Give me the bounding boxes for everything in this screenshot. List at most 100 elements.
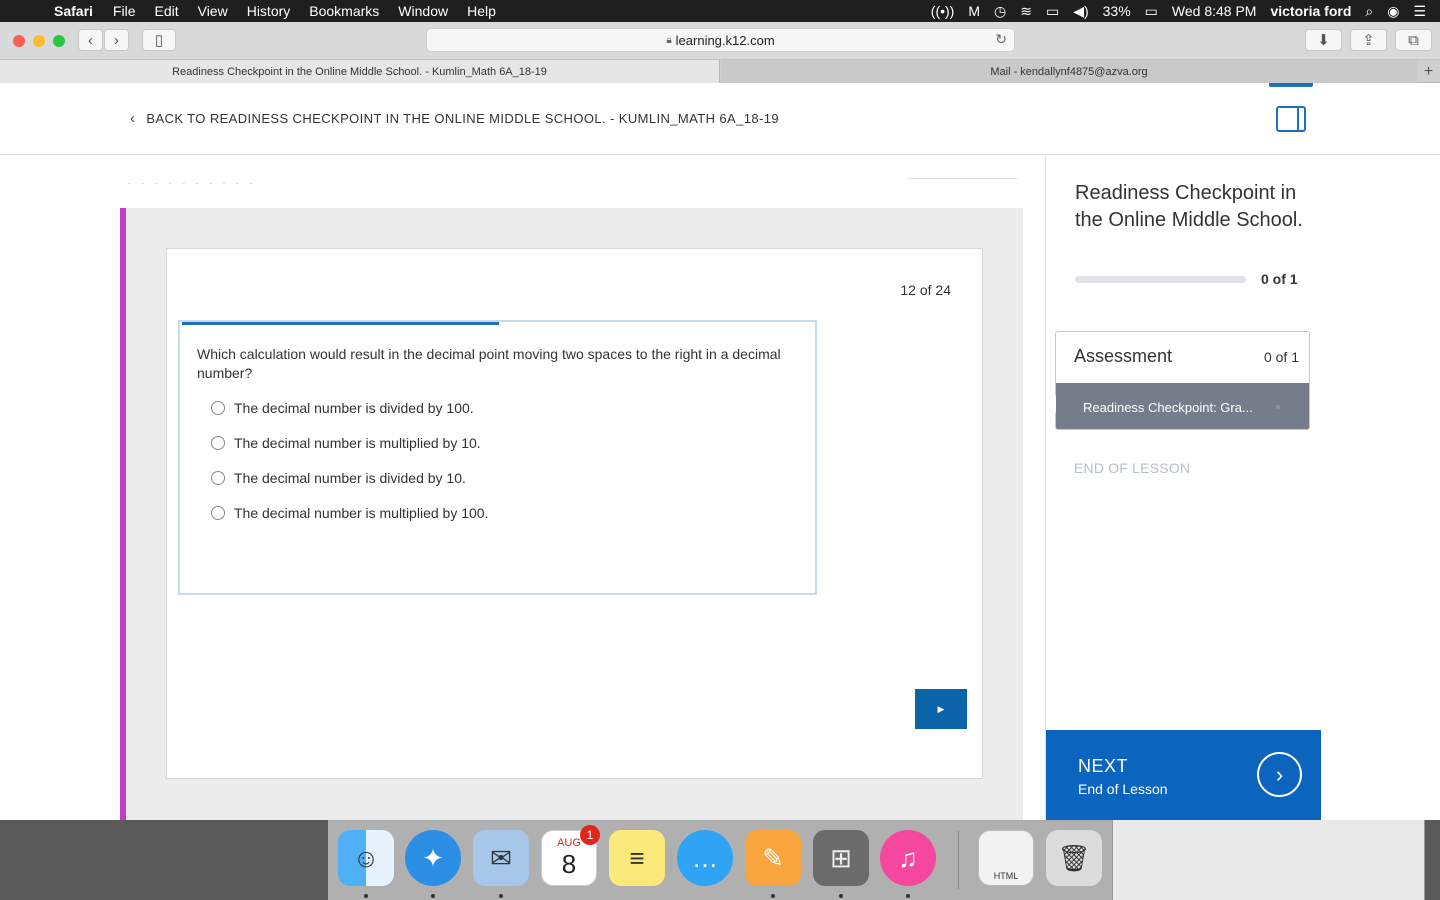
tab-overview-icon[interactable]: ⧉ — [1395, 29, 1432, 51]
pages-icon[interactable]: ✎ — [745, 830, 801, 886]
tab-mail[interactable]: Mail - kendallynf4875@azva.org — [721, 60, 1417, 83]
notes-icon[interactable]: ≡ — [609, 830, 665, 886]
running-indicator — [906, 894, 910, 898]
tab-label: Readiness Checkpoint in the Online Middl… — [172, 65, 547, 78]
next-sublabel: End of Lesson — [1078, 781, 1168, 797]
notification-center-icon[interactable]: ☰ — [1413, 3, 1426, 20]
back-link-label: BACK TO READINESS CHECKPOINT IN THE ONLI… — [146, 111, 779, 126]
desktop-background: ☺ ✦ ✉ AUG 8 1 ≡ … ✎ ⊞ ♫ HTML 🗑︎ — [0, 820, 1440, 900]
running-indicator — [499, 894, 503, 898]
trash-icon[interactable]: 🗑︎ — [1046, 830, 1102, 886]
close-window-button[interactable] — [13, 35, 25, 47]
battery-status[interactable]: 33% — [1103, 3, 1131, 19]
back-nav-icon[interactable]: ‹ — [78, 29, 103, 51]
battery-icon[interactable]: ▭ — [1145, 3, 1158, 20]
running-indicator — [839, 894, 843, 898]
status-dot-icon — [1276, 405, 1280, 409]
back-to-lesson-link[interactable]: ‹ BACK TO READINESS CHECKPOINT IN THE ON… — [130, 110, 779, 127]
top-accent-tab — [1269, 83, 1313, 87]
airplay-icon[interactable]: ▭ — [1046, 3, 1059, 20]
finder-icon[interactable]: ☺ — [338, 830, 394, 886]
answer-option-4[interactable]: The decimal number is multiplied by 100. — [211, 505, 488, 521]
dock-separator — [958, 831, 959, 889]
menu-view[interactable]: View — [198, 3, 228, 19]
menu-user[interactable]: victoria ford — [1270, 3, 1351, 19]
forward-nav-icon[interactable]: › — [104, 29, 129, 51]
time-machine-icon[interactable]: ◷ — [994, 3, 1006, 20]
menu-clock[interactable]: Wed 8:48 PM — [1172, 3, 1257, 19]
radio-button[interactable] — [211, 436, 225, 450]
assessment-item-readiness-checkpoint[interactable]: Readiness Checkpoint: Gra... — [1056, 383, 1309, 429]
menu-app-name[interactable]: Safari — [54, 3, 93, 19]
document-label: HTML — [993, 871, 1019, 881]
lesson-progress-bar — [1075, 276, 1246, 283]
menu-status-area: ((•)) M ◷ ≋ ▭ ◀) 33% ▭ Wed 8:48 PM victo… — [931, 0, 1440, 22]
siri-icon[interactable]: ◉ — [1387, 3, 1399, 20]
answer-option-2[interactable]: The decimal number is multiplied by 10. — [211, 435, 481, 451]
menu-help[interactable]: Help — [467, 3, 496, 19]
answer-option-label: The decimal number is multiplied by 10. — [234, 435, 481, 451]
next-activity-button[interactable]: NEXT End of Lesson › — [1046, 730, 1321, 820]
menu-file[interactable]: File — [113, 3, 136, 19]
assessment-stage: 12 of 24 Which calculation would result … — [120, 208, 1023, 820]
question-box: Which calculation would result in the de… — [178, 320, 817, 595]
airdrop-icon[interactable]: ((•)) — [931, 3, 955, 19]
radio-button[interactable] — [211, 506, 225, 520]
lesson-sidebar: Readiness Checkpoint in the Online Middl… — [1045, 155, 1321, 820]
calendar-icon[interactable]: AUG 8 1 — [541, 825, 600, 886]
background-window — [1112, 820, 1425, 900]
malwarebytes-icon[interactable]: M — [968, 3, 980, 19]
lesson-title: Readiness Checkpoint in the Online Middl… — [1075, 182, 1303, 231]
itunes-icon[interactable]: ♫ — [880, 830, 936, 886]
radio-button[interactable] — [211, 471, 225, 485]
lesson-header: ‹ BACK TO READINESS CHECKPOINT IN THE ON… — [0, 83, 1440, 155]
answer-option-label: The decimal number is divided by 100. — [234, 400, 474, 416]
mail-icon[interactable]: ✉ — [473, 830, 529, 886]
menu-bookmarks[interactable]: Bookmarks — [309, 3, 379, 19]
accent-stripe — [120, 208, 126, 820]
tab-label: Mail - kendallynf4875@azva.org — [990, 65, 1148, 78]
running-indicator — [771, 894, 775, 898]
question-progress-bar — [182, 322, 815, 325]
wifi-icon[interactable]: ≋ — [1020, 3, 1032, 20]
minimize-window-button[interactable] — [33, 35, 45, 47]
safari-icon[interactable]: ✦ — [405, 830, 461, 886]
chevron-right-icon: › — [1257, 752, 1302, 797]
downloads-icon[interactable]: ⬇ — [1305, 29, 1342, 51]
menu-history[interactable]: History — [247, 3, 291, 19]
sidebar-view-icon[interactable]: ▯ — [142, 29, 176, 51]
volume-icon[interactable]: ◀) — [1073, 3, 1088, 20]
browser-tab-bar: Readiness Checkpoint in the Online Middl… — [0, 60, 1440, 83]
menu-edit[interactable]: Edit — [154, 3, 178, 19]
faint-placeholder-text: - - - - - - - - - - — [128, 178, 257, 188]
address-url: learning.k12.com — [675, 32, 775, 48]
question-progress-fill — [182, 322, 499, 325]
html-document-icon[interactable]: HTML — [978, 830, 1034, 886]
radio-button[interactable] — [211, 401, 225, 415]
next-question-button[interactable]: ▶ — [915, 689, 967, 729]
page-content: ‹ BACK TO READINESS CHECKPOINT IN THE ON… — [0, 83, 1440, 820]
assessment-heading[interactable]: Assessment — [1074, 346, 1172, 367]
share-icon[interactable]: ⇪ — [1350, 29, 1387, 51]
question-text: Which calculation would result in the de… — [197, 346, 781, 381]
calculator-icon[interactable]: ⊞ — [813, 830, 869, 886]
address-bar[interactable]: 🔒︎ learning.k12.com ↻ — [426, 28, 1015, 52]
answer-option-3[interactable]: The decimal number is divided by 10. — [211, 470, 466, 486]
calendar-day: 8 — [561, 848, 577, 879]
macos-menu-bar: Safari File Edit View History Bookmarks … — [0, 0, 1440, 22]
end-of-lesson-label: END OF LESSON — [1074, 460, 1191, 476]
reload-icon[interactable]: ↻ — [995, 31, 1007, 48]
new-tab-button[interactable]: + — [1417, 60, 1440, 83]
lesson-progress-count: 0 of 1 — [1261, 271, 1298, 287]
running-indicator — [364, 894, 368, 898]
fullscreen-window-button[interactable] — [53, 35, 65, 47]
dock: ☺ ✦ ✉ AUG 8 1 ≡ … ✎ ⊞ ♫ HTML 🗑︎ — [328, 820, 1112, 900]
current-item-pointer — [1047, 395, 1056, 413]
tab-readiness-checkpoint[interactable]: Readiness Checkpoint in the Online Middl… — [0, 60, 720, 83]
answer-option-1[interactable]: The decimal number is divided by 100. — [211, 400, 474, 416]
menu-window[interactable]: Window — [398, 3, 448, 19]
messages-icon[interactable]: … — [677, 830, 733, 886]
browser-toolbar: ‹ › ▯ 🔒︎ learning.k12.com ↻ ⬇ ⇪ ⧉ — [0, 22, 1440, 60]
spotlight-search-icon[interactable]: ⌕ — [1365, 3, 1373, 20]
sidebar-toggle-icon[interactable] — [1276, 106, 1306, 132]
